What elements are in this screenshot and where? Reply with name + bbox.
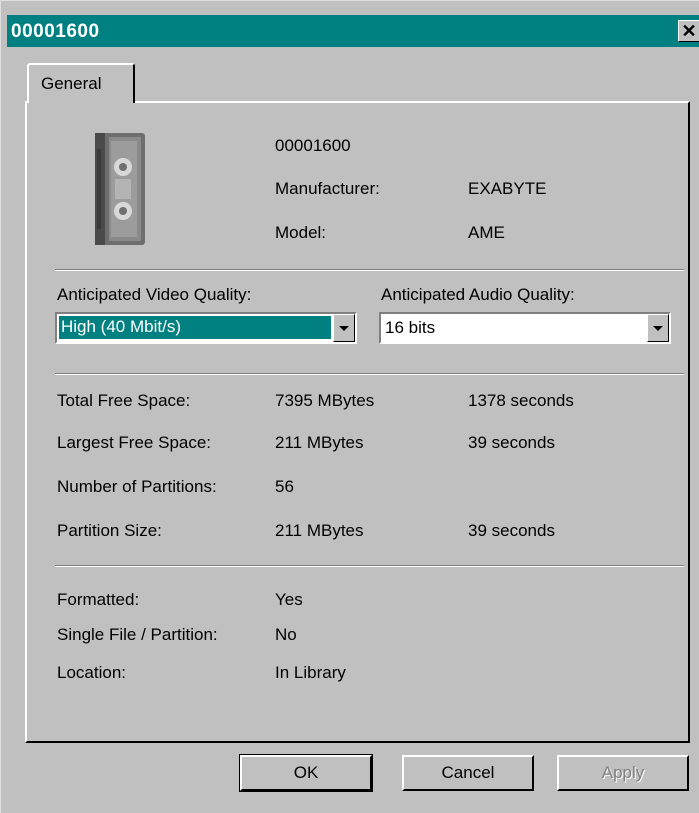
- largest-free-space-size: 211 MBytes: [275, 433, 364, 452]
- partitions-label: Number of Partitions:: [57, 477, 217, 496]
- divider: [55, 565, 684, 567]
- model-label: Model:: [275, 223, 327, 242]
- formatted-value: Yes: [275, 590, 303, 609]
- media-name: 00001600: [275, 136, 351, 155]
- formatted-label: Formatted:: [57, 590, 140, 609]
- partitions-value: 56: [275, 477, 294, 496]
- ok-button-label: OK: [293, 763, 319, 782]
- audio-quality-value: 16 bits: [385, 318, 436, 337]
- chevron-down-icon[interactable]: [333, 314, 355, 342]
- audio-quality-select[interactable]: 16 bits: [379, 312, 671, 344]
- window-title: 00001600: [11, 21, 100, 42]
- tape-cartridge-icon: [95, 133, 145, 245]
- close-button[interactable]: ✕: [678, 20, 699, 42]
- partition-size-label: Partition Size:: [57, 521, 162, 540]
- partition-size-time: 39 seconds: [468, 521, 555, 540]
- manufacturer-value: EXABYTE: [468, 179, 547, 198]
- location-label: Location:: [57, 663, 126, 682]
- close-icon: ✕: [681, 21, 697, 41]
- total-free-space-time: 1378 seconds: [468, 391, 574, 410]
- properties-dialog: 00001600 ✕ General 00001600 Manufacturer…: [0, 0, 699, 813]
- largest-free-space-label: Largest Free Space:: [57, 433, 212, 452]
- largest-free-space-time: 39 seconds: [468, 433, 555, 452]
- ok-button[interactable]: OK: [239, 754, 373, 792]
- chevron-down-icon[interactable]: [647, 314, 669, 342]
- total-free-space-size: 7395 MBytes: [275, 391, 375, 410]
- model-value: AME: [468, 223, 505, 242]
- manufacturer-label: Manufacturer:: [275, 179, 380, 198]
- apply-button[interactable]: Apply: [557, 755, 689, 791]
- audio-quality-label: Anticipated Audio Quality:: [381, 285, 575, 304]
- single-file-label: Single File / Partition:: [57, 625, 218, 644]
- video-quality-label: Anticipated Video Quality:: [57, 285, 252, 304]
- tab-general[interactable]: General: [27, 63, 135, 103]
- cancel-button-label: Cancel: [441, 763, 495, 782]
- cancel-button[interactable]: Cancel: [402, 755, 534, 791]
- apply-button-label: Apply: [601, 763, 645, 782]
- partition-size-value: 211 MBytes: [275, 521, 364, 540]
- video-quality-select[interactable]: High (40 Mbit/s): [55, 312, 357, 344]
- video-quality-value: High (40 Mbit/s): [58, 315, 332, 340]
- divider: [55, 373, 684, 375]
- title-bar[interactable]: 00001600 ✕: [7, 15, 699, 47]
- location-value: In Library: [275, 663, 346, 682]
- total-free-space-label: Total Free Space:: [57, 391, 191, 410]
- single-file-value: No: [275, 625, 297, 644]
- tab-general-label: General: [41, 74, 102, 93]
- divider: [55, 269, 684, 271]
